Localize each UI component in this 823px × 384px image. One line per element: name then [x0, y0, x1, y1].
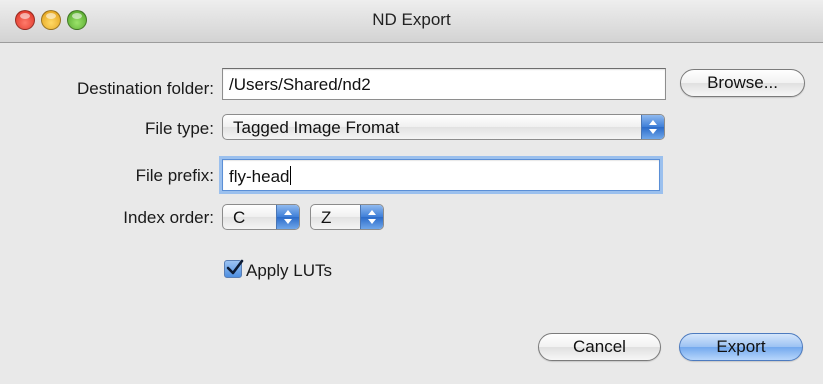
- file-type-label: File type:: [145, 119, 214, 138]
- index-order-second-select[interactable]: Z: [310, 204, 384, 230]
- browse-button[interactable]: Browse...: [680, 69, 805, 97]
- popup-arrows-icon: [360, 205, 383, 229]
- nd-export-dialog: ND Export Destination folder: /Users/Sha…: [0, 0, 823, 384]
- title-bar[interactable]: ND Export: [0, 0, 823, 43]
- destination-folder-label: Destination folder:: [76, 79, 214, 98]
- window-title: ND Export: [372, 10, 451, 29]
- popup-arrows-icon: [641, 115, 664, 139]
- destination-folder-value: /Users/Shared/nd2: [229, 75, 371, 94]
- apply-luts-checkbox[interactable]: [224, 259, 244, 278]
- index-order-first-value: C: [233, 208, 246, 227]
- file-type-value: Tagged Image Fromat: [233, 118, 400, 137]
- apply-luts-label[interactable]: Apply LUTs: [246, 261, 332, 281]
- checkmark-icon: [226, 259, 244, 275]
- index-order-label: Index order:: [123, 208, 214, 227]
- file-prefix-value: fly-head: [229, 167, 290, 186]
- destination-folder-input[interactable]: /Users/Shared/nd2: [222, 68, 666, 100]
- file-type-select[interactable]: Tagged Image Fromat: [222, 114, 665, 140]
- index-order-first-select[interactable]: C: [222, 204, 300, 230]
- file-prefix-label: File prefix:: [135, 166, 214, 185]
- export-button[interactable]: Export: [679, 333, 803, 361]
- popup-arrows-icon: [276, 205, 299, 229]
- cancel-button[interactable]: Cancel: [538, 333, 661, 361]
- index-order-second-value: Z: [321, 208, 332, 227]
- text-caret: [290, 166, 292, 185]
- file-prefix-input[interactable]: fly-head: [222, 159, 660, 191]
